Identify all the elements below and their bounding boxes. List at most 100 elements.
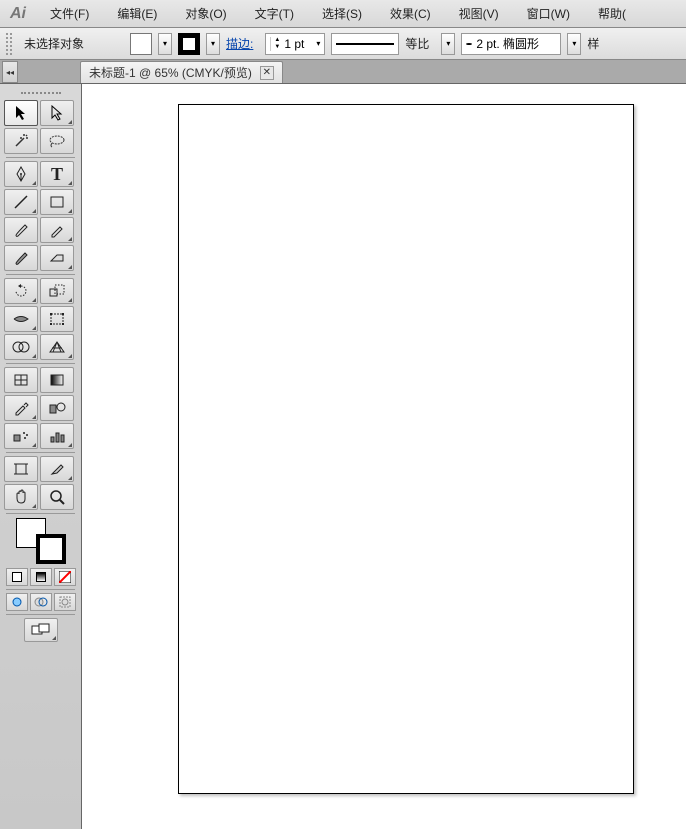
stepper-icon[interactable]: ▲▼ — [270, 37, 280, 51]
control-bar-handle-icon[interactable] — [6, 33, 12, 55]
symbol-sprayer-tool[interactable] — [4, 423, 38, 449]
menu-window[interactable]: 窗口(W) — [513, 0, 584, 27]
draw-inside-mode[interactable] — [54, 593, 76, 611]
brush-definition-input[interactable]: 2 pt. 椭圆形 — [461, 33, 561, 55]
close-tab-icon[interactable]: ✕ — [260, 66, 274, 80]
stroke-color-swatch[interactable] — [36, 534, 66, 564]
free-transform-icon — [49, 312, 65, 326]
color-mode-none[interactable] — [54, 568, 76, 586]
menu-select[interactable]: 选择(S) — [308, 0, 376, 27]
menu-file[interactable]: 文件(F) — [36, 0, 103, 27]
document-tab[interactable]: 未标题-1 @ 65% (CMYK/预览) ✕ — [80, 61, 283, 83]
color-mode-gradient[interactable] — [30, 568, 52, 586]
canvas-area[interactable] — [82, 84, 686, 829]
eyedropper-icon — [13, 400, 29, 416]
zoom-tool[interactable] — [40, 484, 74, 510]
app-logo-icon: Ai — [0, 0, 36, 28]
line-segment-tool[interactable] — [4, 189, 38, 215]
menu-view[interactable]: 视图(V) — [445, 0, 513, 27]
selection-status-label: 未选择对象 — [24, 35, 84, 52]
blob-brush-tool[interactable] — [4, 245, 38, 271]
pencil-icon — [49, 222, 65, 238]
type-tool[interactable]: T — [40, 161, 74, 187]
stroke-weight-value: 1 pt — [284, 37, 304, 51]
hand-tool[interactable] — [4, 484, 38, 510]
tool-separator — [6, 157, 75, 158]
profile-dropdown[interactable]: ▾ — [441, 33, 455, 55]
menu-edit[interactable]: 编辑(E) — [103, 0, 171, 27]
stroke-profile-preview[interactable] — [331, 33, 399, 55]
magnifier-icon — [49, 489, 65, 505]
blend-tool[interactable] — [40, 395, 74, 421]
rectangle-icon — [49, 195, 65, 209]
stroke-swatch[interactable] — [178, 33, 200, 55]
width-tool[interactable] — [4, 306, 38, 332]
direct-selection-tool[interactable] — [40, 100, 74, 126]
arrow-cursor-icon — [14, 105, 28, 121]
slice-tool[interactable] — [40, 456, 74, 482]
scale-tool[interactable] — [40, 278, 74, 304]
blob-brush-icon — [13, 250, 29, 266]
tool-separator — [6, 614, 75, 615]
shape-builder-tool[interactable] — [4, 334, 38, 360]
width-icon — [12, 313, 30, 325]
tool-separator — [6, 452, 75, 453]
artboard[interactable] — [178, 104, 634, 794]
document-tab-title: 未标题-1 @ 65% (CMYK/预览) — [89, 64, 252, 81]
blend-icon — [48, 401, 66, 415]
rotate-tool[interactable] — [4, 278, 38, 304]
panel-collapse-toggle[interactable]: ◂◂ — [2, 61, 18, 83]
lasso-icon — [48, 134, 66, 148]
color-mode-solid[interactable] — [6, 568, 28, 586]
draw-inside-icon — [59, 596, 71, 608]
free-transform-tool[interactable] — [40, 306, 74, 332]
tool-separator — [6, 513, 75, 514]
rotate-icon — [13, 283, 29, 299]
stroke-swatch-dropdown[interactable]: ▾ — [206, 33, 220, 55]
bar-chart-icon — [49, 429, 65, 443]
gradient-tool[interactable] — [40, 367, 74, 393]
pencil-tool[interactable] — [40, 217, 74, 243]
fill-swatch-dropdown[interactable]: ▾ — [158, 33, 172, 55]
menu-bar: Ai 文件(F) 编辑(E) 对象(O) 文字(T) 选择(S) 效果(C) 视… — [0, 0, 686, 28]
screen-mode-toggle[interactable] — [24, 618, 58, 642]
lasso-tool[interactable] — [40, 128, 74, 154]
draw-behind-mode[interactable] — [30, 593, 52, 611]
arrow-cursor-outline-icon — [50, 105, 64, 121]
paintbrush-tool[interactable] — [4, 217, 38, 243]
pen-nib-icon — [14, 166, 28, 182]
workspace: T — [0, 84, 686, 829]
scale-icon — [49, 284, 65, 298]
pen-tool[interactable] — [4, 161, 38, 187]
menu-effect[interactable]: 效果(C) — [376, 0, 445, 27]
fill-swatch[interactable] — [130, 33, 152, 55]
eraser-icon — [48, 252, 66, 264]
tool-separator — [6, 589, 75, 590]
selection-tool[interactable] — [4, 100, 38, 126]
magic-wand-icon — [13, 133, 29, 149]
magic-wand-tool[interactable] — [4, 128, 38, 154]
style-label: 样 — [587, 35, 599, 52]
eraser-tool[interactable] — [40, 245, 74, 271]
menu-object[interactable]: 对象(O) — [171, 0, 240, 27]
mesh-tool[interactable] — [4, 367, 38, 393]
fill-stroke-color-control[interactable] — [16, 518, 66, 564]
knife-icon — [49, 461, 65, 477]
menu-help[interactable]: 帮助( — [584, 0, 640, 27]
tool-panel: T — [0, 84, 82, 829]
eyedropper-tool[interactable] — [4, 395, 38, 421]
stroke-label-link[interactable]: 描边: — [226, 35, 253, 52]
artboard-tool[interactable] — [4, 456, 38, 482]
perspective-icon — [48, 340, 66, 354]
column-graph-tool[interactable] — [40, 423, 74, 449]
brush-dropdown[interactable]: ▾ — [567, 33, 581, 55]
perspective-grid-tool[interactable] — [40, 334, 74, 360]
draw-normal-mode[interactable] — [6, 593, 28, 611]
menu-type[interactable]: 文字(T) — [241, 0, 308, 27]
stroke-weight-input[interactable]: ▲▼ 1 pt ▾ — [265, 33, 325, 55]
shape-builder-icon — [12, 340, 30, 354]
tool-panel-grip-icon[interactable] — [4, 88, 77, 98]
rectangle-tool[interactable] — [40, 189, 74, 215]
draw-behind-icon — [34, 596, 48, 608]
hand-icon — [13, 489, 29, 505]
